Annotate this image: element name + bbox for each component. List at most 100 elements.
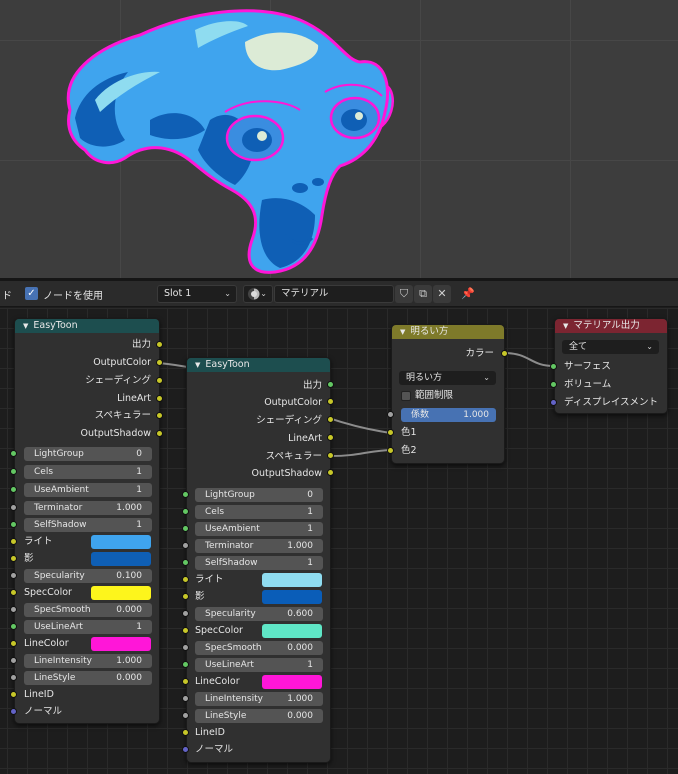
socket-shading[interactable] xyxy=(156,377,163,384)
cels-field[interactable]: Cels 1 xyxy=(195,505,323,519)
light-color-swatch[interactable] xyxy=(262,573,322,587)
linestyle-field[interactable]: LineStyle 0.000 xyxy=(24,671,152,685)
socket-outputshadow[interactable] xyxy=(156,430,163,437)
material-output-node[interactable]: ▼ マテリアル出力 全て ⌄ サーフェス ボリューム ディスプレイスメント xyxy=(554,318,668,414)
duplicate-material-icon[interactable]: ⧉ xyxy=(414,285,432,303)
socket-displacement[interactable] xyxy=(550,399,557,406)
mix-lighten-node[interactable]: ▼ 明るい方 カラー 明るい方 ⌄ 範囲制限 係数 1.000 色1 色2 xyxy=(391,324,505,464)
specsmooth-field[interactable]: SpecSmooth 0.000 xyxy=(195,641,323,655)
speccolor-swatch[interactable] xyxy=(91,586,151,600)
blend-mode-select[interactable]: 明るい方 ⌄ xyxy=(399,371,496,385)
socket-color2[interactable] xyxy=(387,447,394,454)
socket-terminator[interactable] xyxy=(10,504,17,511)
socket-lineart[interactable] xyxy=(327,434,334,441)
shadow-color-swatch[interactable] xyxy=(91,552,151,566)
collapse-triangle-icon[interactable]: ▼ xyxy=(23,319,28,333)
socket-light[interactable] xyxy=(182,576,189,583)
3d-viewport[interactable] xyxy=(0,0,678,280)
socket-linestyle[interactable] xyxy=(10,674,17,681)
socket-lineart[interactable] xyxy=(156,395,163,402)
socket-light[interactable] xyxy=(10,538,17,545)
fake-user-shield-icon[interactable]: ⛉ xyxy=(395,285,413,303)
socket-outputshadow[interactable] xyxy=(327,469,334,476)
socket-specular[interactable] xyxy=(156,412,163,419)
socket-terminator[interactable] xyxy=(182,542,189,549)
socket-uselineart[interactable] xyxy=(10,623,17,630)
socket-color-out[interactable] xyxy=(501,350,508,357)
easytoon-node-2[interactable]: ▼ EasyToon 出力 OutputColor シェーディング LineArt… xyxy=(186,357,331,763)
factor-field[interactable]: 係数 1.000 xyxy=(401,408,496,422)
use-nodes-checkbox[interactable]: ✓ xyxy=(25,287,38,300)
selfshadow-field[interactable]: SelfShadow 1 xyxy=(195,556,323,570)
socket-volume[interactable] xyxy=(550,381,557,388)
socket-cels[interactable] xyxy=(182,508,189,515)
linecolor-swatch[interactable] xyxy=(91,637,151,651)
socket-normal[interactable] xyxy=(182,746,189,753)
terminator-field[interactable]: Terminator 1.000 xyxy=(24,501,152,515)
node-header[interactable]: ▼ マテリアル出力 xyxy=(555,319,667,333)
specularity-field[interactable]: Specularity 0.600 xyxy=(195,607,323,621)
socket-cels[interactable] xyxy=(10,468,17,475)
shadow-color-swatch[interactable] xyxy=(262,590,322,604)
slot-selector[interactable]: Slot 1 ⌄ xyxy=(157,285,237,303)
clamp-checkbox[interactable] xyxy=(401,391,411,401)
socket-output[interactable] xyxy=(156,341,163,348)
socket-color1[interactable] xyxy=(387,429,394,436)
socket-selfshadow[interactable] xyxy=(10,521,17,528)
socket-output[interactable] xyxy=(327,381,334,388)
collapse-triangle-icon[interactable]: ▼ xyxy=(195,358,200,372)
terminator-field[interactable]: Terminator 1.000 xyxy=(195,539,323,553)
socket-lightgroup[interactable] xyxy=(182,491,189,498)
uselineart-field[interactable]: UseLineArt 1 xyxy=(195,658,323,672)
socket-linecolor[interactable] xyxy=(182,678,189,685)
socket-outputcolor[interactable] xyxy=(156,359,163,366)
material-browse-button[interactable]: ⌄ xyxy=(243,285,273,303)
socket-specularity[interactable] xyxy=(182,610,189,617)
speccolor-swatch[interactable] xyxy=(262,624,322,638)
socket-shading[interactable] xyxy=(327,416,334,423)
useambient-field[interactable]: UseAmbient 1 xyxy=(24,483,152,497)
socket-specular[interactable] xyxy=(327,452,334,459)
lineintensity-field[interactable]: LineIntensity 1.000 xyxy=(195,692,323,706)
linestyle-field[interactable]: LineStyle 0.000 xyxy=(195,709,323,723)
socket-useambient[interactable] xyxy=(182,525,189,532)
socket-lineid[interactable] xyxy=(182,729,189,736)
useambient-field[interactable]: UseAmbient 1 xyxy=(195,522,323,536)
socket-linestyle[interactable] xyxy=(182,712,189,719)
collapse-triangle-icon[interactable]: ▼ xyxy=(400,325,405,339)
socket-specularity[interactable] xyxy=(10,572,17,579)
uselineart-field[interactable]: UseLineArt 1 xyxy=(24,620,152,634)
socket-shadow[interactable] xyxy=(10,555,17,562)
socket-selfshadow[interactable] xyxy=(182,559,189,566)
socket-speccolor[interactable] xyxy=(182,627,189,634)
socket-outputcolor[interactable] xyxy=(327,398,334,405)
linecolor-swatch[interactable] xyxy=(262,675,322,689)
lightgroup-field[interactable]: LightGroup 0 xyxy=(24,447,152,461)
collapse-triangle-icon[interactable]: ▼ xyxy=(563,319,568,333)
lightgroup-field[interactable]: LightGroup 0 xyxy=(195,488,323,502)
socket-specsmooth[interactable] xyxy=(10,606,17,613)
socket-surface[interactable] xyxy=(550,363,557,370)
node-editor-canvas[interactable]: ▼ EasyToon 出力 OutputColor シェーディング LineArt… xyxy=(0,308,678,774)
socket-speccolor[interactable] xyxy=(10,589,17,596)
unlink-close-icon[interactable]: ✕ xyxy=(433,285,451,303)
pin-icon[interactable]: 📌 xyxy=(459,285,477,303)
material-name-field[interactable]: マテリアル xyxy=(274,285,394,303)
node-header[interactable]: ▼ EasyToon xyxy=(15,319,159,333)
socket-lineid[interactable] xyxy=(10,691,17,698)
selfshadow-field[interactable]: SelfShadow 1 xyxy=(24,518,152,532)
node-header[interactable]: ▼ 明るい方 xyxy=(392,325,504,339)
cels-field[interactable]: Cels 1 xyxy=(24,465,152,479)
socket-lineintensity[interactable] xyxy=(10,657,17,664)
socket-normal[interactable] xyxy=(10,708,17,715)
lineintensity-field[interactable]: LineIntensity 1.000 xyxy=(24,654,152,668)
light-color-swatch[interactable] xyxy=(91,535,151,549)
socket-shadow[interactable] xyxy=(182,593,189,600)
socket-factor[interactable] xyxy=(387,411,394,418)
socket-lightgroup[interactable] xyxy=(10,450,17,457)
socket-useambient[interactable] xyxy=(10,486,17,493)
easytoon-node-1[interactable]: ▼ EasyToon 出力 OutputColor シェーディング LineArt… xyxy=(14,318,160,724)
specularity-field[interactable]: Specularity 0.100 xyxy=(24,569,152,583)
specsmooth-field[interactable]: SpecSmooth 0.000 xyxy=(24,603,152,617)
socket-specsmooth[interactable] xyxy=(182,644,189,651)
